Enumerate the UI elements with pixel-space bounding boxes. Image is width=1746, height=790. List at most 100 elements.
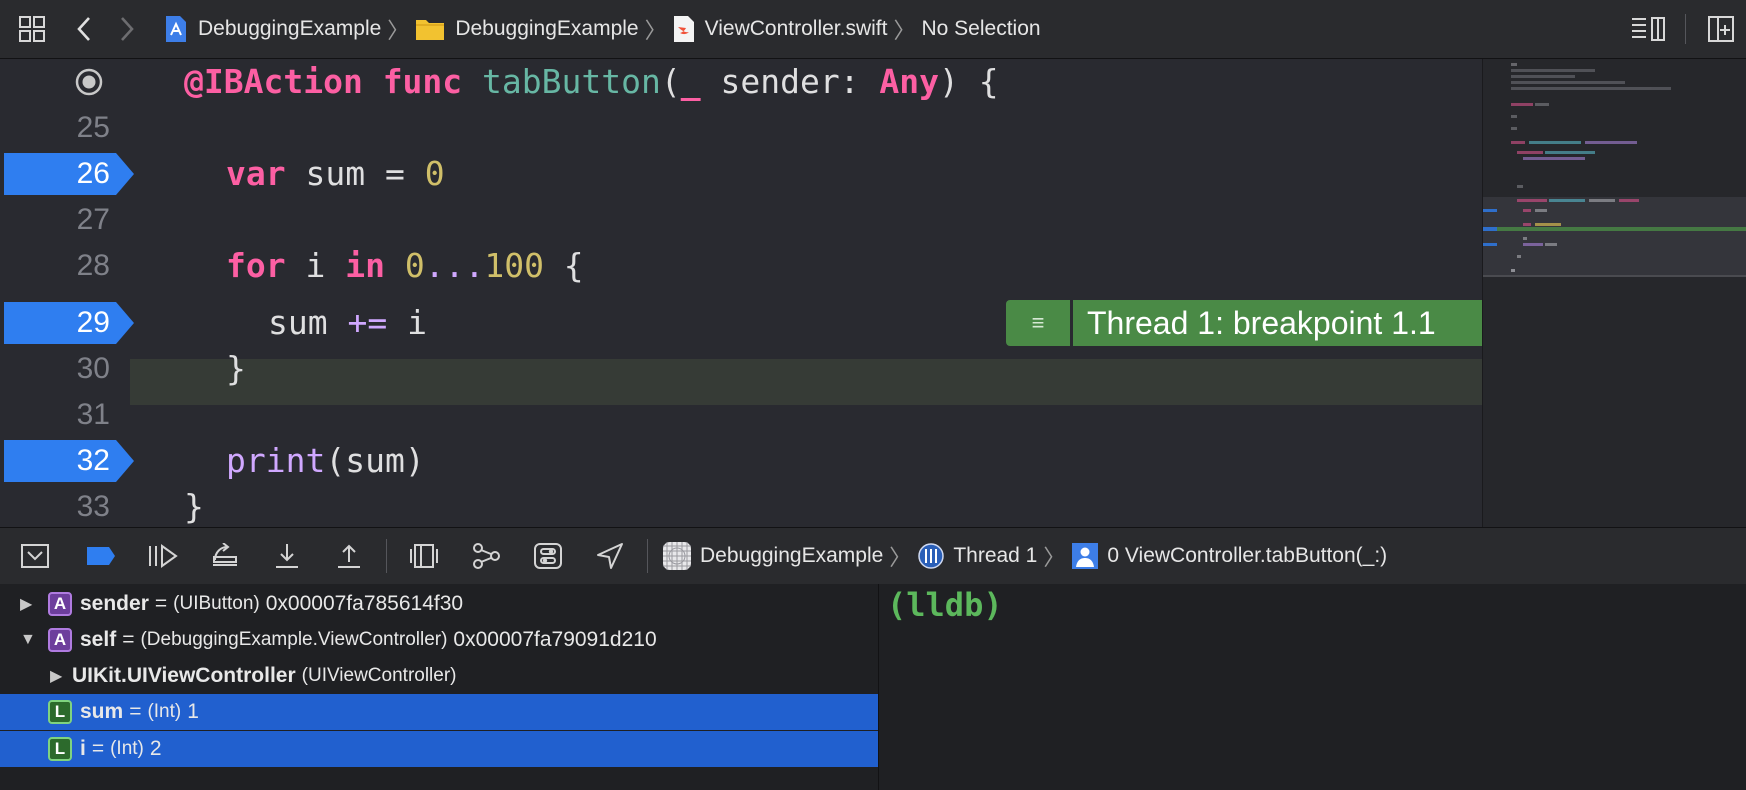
code-token: print <box>226 441 326 480</box>
swift-file-icon <box>673 15 695 43</box>
minimap[interactable] <box>1482 59 1746 527</box>
line-number[interactable]: 31 <box>0 392 110 438</box>
code-token: sum = <box>285 154 425 193</box>
variable-type: (Int) <box>110 738 144 759</box>
memory-graph-icon[interactable] <box>455 528 517 584</box>
add-editor-icon[interactable] <box>1696 0 1746 58</box>
argument-badge: A <box>48 628 72 652</box>
variables-view[interactable]: ▶ A sender = (UIButton) 0x00007fa785614f… <box>0 584 879 790</box>
variable-value: 2 <box>149 737 162 760</box>
code-token: _ <box>680 62 701 101</box>
source-editor[interactable]: @IBAction func tabButton(_ sender: Any) … <box>0 59 1482 527</box>
folder-icon <box>415 17 445 41</box>
editor-options-icon[interactable] <box>1621 0 1675 58</box>
variable-name: UIKit.UIViewController <box>72 664 296 687</box>
variable-name: self <box>80 628 117 651</box>
code-text: @IBAction func tabButton(_ sender: Any) … <box>184 59 999 105</box>
debug-breadcrumb: DebuggingExample 〉 Thread 1 〉 0 ViewCont… <box>662 540 1387 572</box>
view-hierarchy-icon[interactable] <box>393 528 455 584</box>
variable-name: sender <box>80 592 149 615</box>
breadcrumb-file[interactable]: ViewController.swift <box>705 17 888 41</box>
app-icon <box>662 541 692 571</box>
code-line: 26 var sum = 0 <box>0 151 1482 197</box>
breadcrumb-selection[interactable]: No Selection <box>922 17 1041 41</box>
variable-name: sum <box>80 700 124 723</box>
step-out-icon[interactable] <box>318 528 380 584</box>
step-over-icon[interactable] <box>194 528 256 584</box>
debug-process[interactable]: DebuggingExample <box>700 544 883 568</box>
variable-equals: = <box>129 700 142 723</box>
thread-breakpoint-banner[interactable]: ≡ Thread 1: breakpoint 1.1 <box>1006 300 1482 346</box>
hide-debug-area-icon[interactable] <box>0 528 70 584</box>
code-line: 27 <box>0 197 1482 243</box>
code-text: } <box>226 346 246 392</box>
simulate-location-icon[interactable] <box>579 528 641 584</box>
code-token: 0 <box>424 154 445 193</box>
debug-thread[interactable]: Thread 1 <box>953 544 1037 568</box>
disclosure-triangle-icon[interactable]: ▶ <box>20 594 38 614</box>
code-line: 25 <box>0 105 1482 151</box>
breakpoints-toggle-icon[interactable] <box>70 528 132 584</box>
debug-bar-divider <box>647 539 648 573</box>
variable-type: (Int) <box>147 701 182 722</box>
xcode-project-icon <box>164 15 188 43</box>
lldb-console[interactable]: (lldb) <box>879 584 1746 790</box>
variable-type: (UIButton) <box>173 593 260 614</box>
code-token: i <box>285 246 346 285</box>
forward-arrow-icon[interactable] <box>104 0 150 58</box>
line-number[interactable]: 30 <box>0 346 110 392</box>
toolbar-divider <box>1685 14 1686 44</box>
code-token: } <box>184 487 204 526</box>
variable-row[interactable]: ▶ UIKit.UIViewController (UIViewControll… <box>0 658 878 694</box>
code-token: var <box>226 154 286 193</box>
local-badge: L <box>48 737 72 761</box>
debug-frame[interactable]: 0 ViewController.tabButton(_:) <box>1107 544 1387 568</box>
argument-badge: A <box>48 592 72 616</box>
environment-overrides-icon[interactable] <box>517 528 579 584</box>
variable-row[interactable]: L sum = (Int) 1 <box>0 694 878 730</box>
code-line: 28 for i in 0...100 { <box>0 243 1482 289</box>
minimap-preview <box>1483 63 1746 277</box>
line-marker-icon[interactable] <box>74 67 104 97</box>
line-number[interactable]: 29 <box>0 300 110 346</box>
line-number[interactable]: 25 <box>0 105 110 151</box>
line-number[interactable]: 32 <box>0 438 110 484</box>
code-token: tabButton <box>482 62 661 101</box>
code-token: (sum) <box>325 441 425 480</box>
variable-row[interactable]: L i = (Int) 2 <box>0 731 878 767</box>
disclosure-triangle-icon[interactable]: ▼ <box>20 631 38 649</box>
code-text: for i in 0...100 { <box>226 243 584 289</box>
hamburger-menu-icon[interactable]: ≡ <box>1006 300 1070 346</box>
disclosure-triangle-icon[interactable]: ▶ <box>50 666 68 686</box>
thread-icon <box>917 542 945 570</box>
code-text: var sum = 0 <box>226 151 445 197</box>
code-token: ( <box>660 62 681 101</box>
variable-equals: = <box>122 628 135 651</box>
code-token: i <box>387 303 427 342</box>
breadcrumb-separator-icon: 〉 <box>893 18 916 43</box>
variable-equals: = <box>154 592 168 615</box>
breadcrumb-separator-icon: 〉 <box>644 18 667 43</box>
back-arrow-icon[interactable] <box>64 0 104 58</box>
breadcrumb-separator-icon: 〉 <box>1043 545 1066 570</box>
code-line: 33 } <box>0 484 1482 527</box>
variable-row[interactable]: ▼ A self = (DebuggingExample.ViewControl… <box>0 622 878 658</box>
breadcrumb-project[interactable]: DebuggingExample <box>198 17 381 41</box>
code-text: print(sum) <box>226 438 425 484</box>
breadcrumb-group[interactable]: DebuggingExample <box>455 17 638 41</box>
related-items-icon[interactable] <box>0 0 64 58</box>
continue-icon[interactable] <box>132 528 194 584</box>
line-number[interactable]: 26 <box>0 151 110 197</box>
code-token: 0 <box>404 246 425 285</box>
variable-row[interactable]: ▶ A sender = (UIButton) 0x00007fa785614f… <box>0 586 878 622</box>
code-text: } <box>184 484 204 527</box>
code-token: for <box>226 246 286 285</box>
code-line: 30 } <box>0 346 1482 392</box>
variable-value: 1 <box>187 700 199 723</box>
debug-bar: DebuggingExample 〉 Thread 1 〉 0 ViewCont… <box>0 527 1746 585</box>
line-number[interactable]: 27 <box>0 197 110 243</box>
step-into-icon[interactable] <box>256 528 318 584</box>
line-number[interactable]: 28 <box>0 243 110 289</box>
line-number[interactable]: 33 <box>0 484 110 527</box>
variable-type: (UIViewController) <box>301 665 457 686</box>
